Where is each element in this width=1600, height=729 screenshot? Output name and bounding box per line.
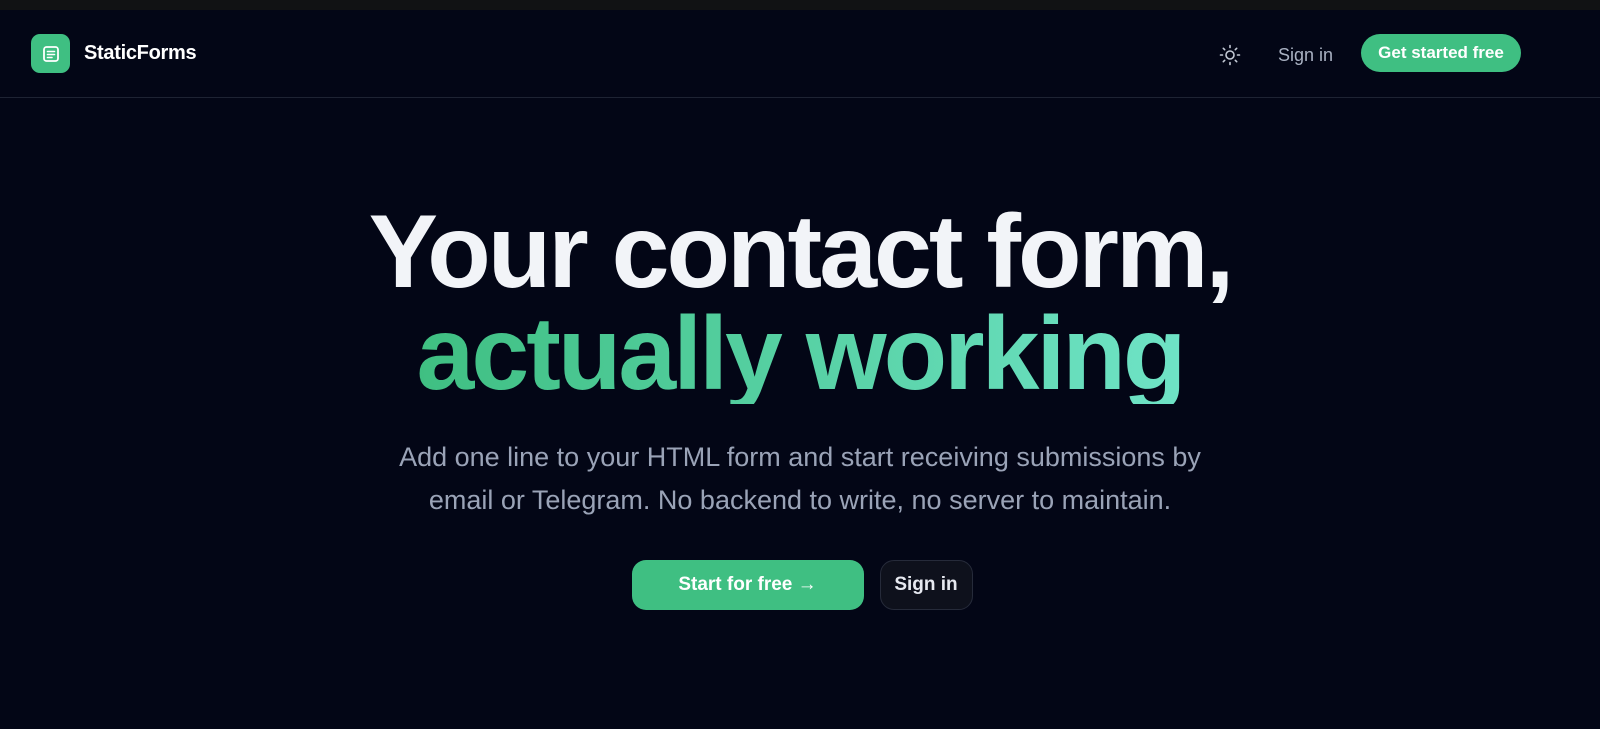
hero-subtitle: Add one line to your HTML form and start… (350, 436, 1250, 522)
hero-signin-button[interactable]: Sign in (879, 560, 973, 610)
hero-headline: Your contact form, (368, 194, 1235, 310)
start-for-free-button[interactable]: Start for free → (631, 560, 864, 610)
form-document-icon (31, 34, 70, 73)
hero-actions: Start for free → Sign in (0, 560, 1600, 610)
theme-toggle-button[interactable] (1216, 41, 1244, 69)
sun-icon (1219, 44, 1241, 66)
brand[interactable]: StaticForms (31, 34, 197, 73)
brand-name: StaticForms (84, 42, 197, 64)
get-started-button[interactable]: Get started free (1361, 34, 1521, 72)
logo-glyph (42, 45, 59, 62)
hero-subtitle-line-2: email or Telegram. No backend to write, … (428, 485, 1172, 515)
navbar: StaticForms Sign in Get started free (0, 10, 1600, 98)
nav-signin-link[interactable]: Sign in (1278, 41, 1333, 69)
hero-subtitle-line-1: Add one line to your HTML form and start… (399, 442, 1201, 472)
window-top-strip (0, 0, 1600, 10)
hero-headline-accent: actually working (416, 296, 1187, 412)
hero-section: Your contact form, actually working Add … (0, 200, 1600, 610)
